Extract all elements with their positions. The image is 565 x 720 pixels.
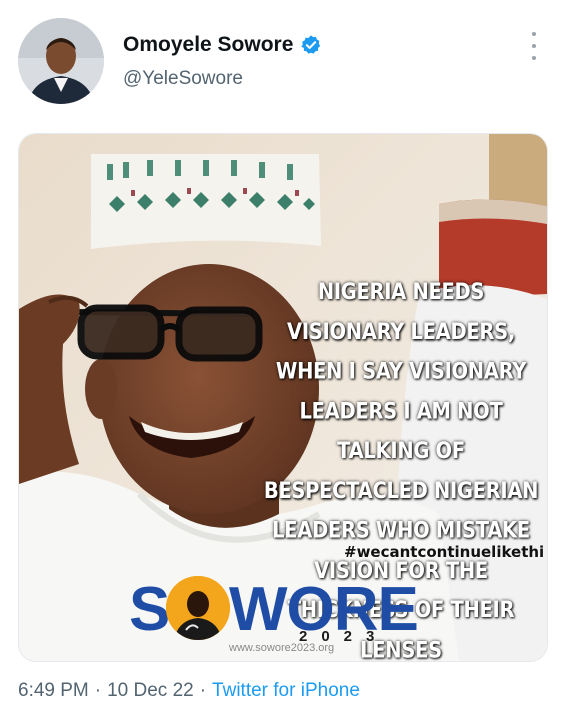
more-options-icon[interactable]	[524, 32, 544, 60]
meta-separator: ·	[94, 680, 102, 701]
more-dot	[532, 56, 536, 60]
logo-portrait-icon	[166, 576, 230, 640]
author-name-row: Omoyele Sowore	[123, 33, 322, 57]
tweet-meta: 6:49 PM · 10 Dec 22 · Twitter for iPhone	[18, 680, 360, 702]
tweet-time[interactable]: 6:49 PM	[18, 680, 89, 701]
author-display-name[interactable]: Omoyele Sowore	[123, 33, 293, 57]
tweet-date[interactable]: 10 Dec 22	[107, 680, 194, 701]
author-handle[interactable]: @YeleSowore	[123, 68, 243, 90]
meta-separator: ·	[199, 680, 207, 701]
tweet-header: Omoyele Sowore @YeleSowore	[0, 0, 565, 120]
tweet-image[interactable]: NIGERIA NEEDS VISIONARY LEADERS, WHEN I …	[18, 133, 548, 662]
avatar-photo	[18, 18, 104, 104]
logo-letter-s: S	[129, 575, 170, 644]
more-dot	[532, 44, 536, 48]
logo-portrait	[166, 576, 230, 640]
campaign-logo: S WORE 2023 www.sowore2023.org	[129, 572, 449, 654]
tweet-source-link[interactable]: Twitter for iPhone	[212, 680, 360, 701]
verified-badge-icon	[301, 35, 321, 54]
image-hashtag: #wecantcontinuelikethi	[344, 543, 545, 561]
logo-url: www.sowore2023.org	[229, 642, 335, 654]
more-dot	[532, 32, 536, 36]
avatar[interactable]	[18, 18, 104, 104]
